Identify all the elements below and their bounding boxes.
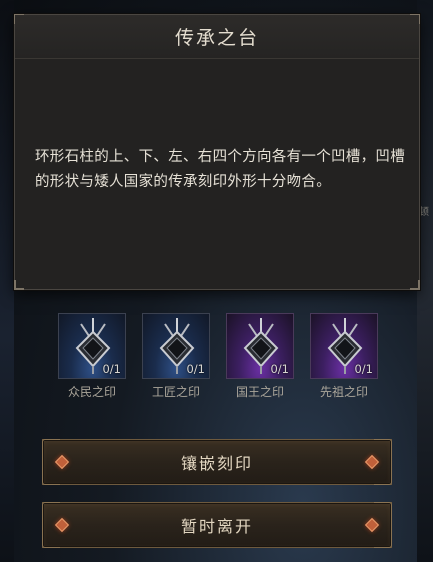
seal-frame: 0/1	[310, 313, 378, 379]
seal-count: 0/1	[270, 362, 289, 376]
dialog-description: 环形石柱的上、下、左、右四个方向各有一个凹槽，凹槽的形状与矮人国家的传承刻印外形…	[35, 149, 405, 190]
seal-name: 工匠之印	[151, 385, 200, 399]
background-left-edge	[0, 0, 14, 562]
corner-ornament	[14, 280, 24, 290]
leave-button[interactable]: 暂时离开	[42, 502, 392, 548]
seal-name: 先祖之印	[319, 385, 368, 399]
seal-count: 0/1	[354, 362, 373, 376]
seal-slot-ancestor[interactable]: 0/1 先祖之印	[310, 313, 378, 400]
inheritance-dialog: 传承之台 环形石柱的上、下、左、右四个方向各有一个凹槽，凹槽的形状与矮人国家的传…	[14, 14, 420, 290]
seal-frame: 0/1	[58, 313, 126, 379]
seal-slot-artisan[interactable]: 0/1 工匠之印	[142, 313, 210, 400]
dialog-title: 传承之台	[174, 27, 259, 49]
dialog-title-bar: 传承之台	[15, 15, 419, 59]
seal-frame: 0/1	[226, 313, 294, 379]
seal-name: 国王之印	[235, 385, 284, 399]
corner-ornament	[410, 280, 420, 290]
seal-name: 众民之印	[67, 385, 116, 399]
background-side-text: 顿	[419, 207, 429, 218]
seal-count: 0/1	[102, 362, 121, 376]
seal-slots: 0/1 众民之印 0/1 工匠之印 0/1 国王之印 0/1 先祖之印	[58, 313, 380, 405]
seal-frame: 0/1	[142, 313, 210, 379]
seal-slot-commoners[interactable]: 0/1 众民之印	[58, 313, 126, 400]
seal-slot-king[interactable]: 0/1 国王之印	[226, 313, 294, 400]
inlay-seal-button[interactable]: 镶嵌刻印	[42, 439, 392, 485]
inlay-seal-label: 镶嵌刻印	[180, 454, 253, 473]
leave-label: 暂时离开	[180, 517, 253, 536]
seal-count: 0/1	[186, 362, 205, 376]
